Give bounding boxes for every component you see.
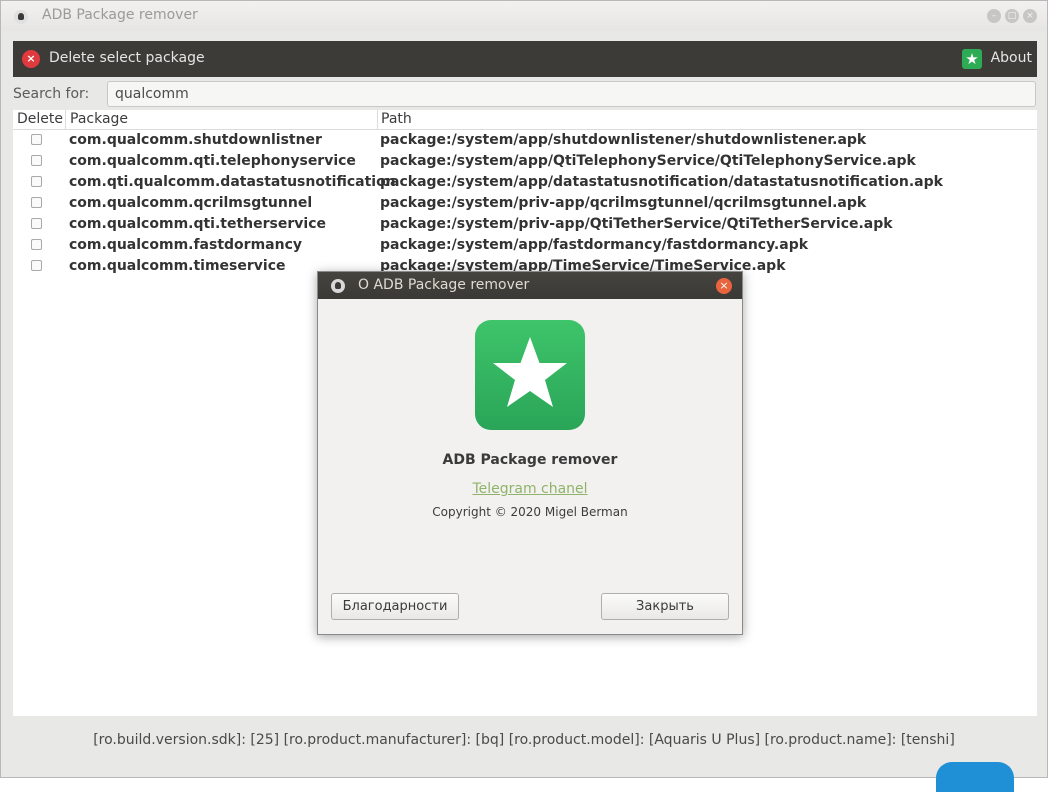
delete-checkbox[interactable] — [31, 239, 42, 250]
device-info-status: [ro.build.version.sdk]: [25] [ro.product… — [93, 732, 955, 748]
package-path: package:/system/priv-app/qcrilmsgtunnel/… — [380, 195, 867, 211]
window-titlebar[interactable]: ADB Package remover – □ × — [1, 1, 1047, 31]
package-name: com.qualcomm.timeservice — [69, 258, 286, 274]
toolbar: × Delete select package ★ About — [13, 41, 1037, 77]
background-widget — [936, 762, 1014, 792]
star-icon[interactable]: ★ — [962, 49, 982, 69]
table-row[interactable]: com.qualcomm.fastdormancy package:/syste… — [13, 235, 1037, 256]
dialog-app-name: ADB Package remover — [442, 452, 618, 468]
package-name: com.qualcomm.qti.tetherservice — [69, 216, 326, 232]
table-row[interactable]: com.qualcomm.qti.tetherservice package:/… — [13, 214, 1037, 235]
table-row[interactable]: com.qti.qualcomm.datastatusnotification … — [13, 172, 1037, 193]
window-title: ADB Package remover — [42, 7, 198, 23]
table-row[interactable]: com.qualcomm.qti.telephonyservice packag… — [13, 151, 1037, 172]
package-name: com.qualcomm.qcrilmsgtunnel — [69, 195, 313, 211]
package-path: package:/system/priv-app/QtiTetherServic… — [380, 216, 893, 232]
search-input[interactable]: qualcomm — [107, 81, 1036, 107]
dialog-title: О ADB Package remover — [358, 277, 530, 293]
package-path: package:/system/app/QtiTelephonyService/… — [380, 153, 916, 169]
app-icon — [331, 279, 345, 293]
search-label: Search for: — [13, 86, 90, 102]
app-logo-star-icon — [475, 320, 585, 430]
close-button[interactable]: Закрыть — [601, 593, 729, 620]
delete-icon[interactable]: × — [22, 50, 40, 68]
telegram-link[interactable]: Telegram chanel — [318, 481, 742, 497]
about-button[interactable]: About — [991, 50, 1032, 66]
column-header-path[interactable]: Path — [381, 111, 412, 127]
package-path: package:/system/app/fastdormancy/fastdor… — [380, 237, 809, 253]
package-name: com.qti.qualcomm.datastatusnotification — [69, 174, 396, 190]
table-row[interactable]: com.qualcomm.qcrilmsgtunnel package:/sys… — [13, 193, 1037, 214]
about-dialog: О ADB Package remover × ADB Package remo… — [317, 271, 743, 635]
delete-checkbox[interactable] — [31, 218, 42, 229]
package-path: package:/system/app/datastatusnotificati… — [380, 174, 943, 190]
package-name: com.qualcomm.qti.telephonyservice — [69, 153, 356, 169]
app-icon — [14, 10, 28, 24]
delete-selected-button[interactable]: Delete select package — [49, 50, 205, 66]
column-header-delete[interactable]: Delete — [17, 111, 63, 127]
column-separator — [65, 110, 66, 129]
column-separator — [377, 110, 378, 129]
maximize-button[interactable]: □ — [1005, 9, 1019, 23]
credits-button[interactable]: Благодарности — [331, 593, 459, 620]
package-name: com.qualcomm.fastdormancy — [69, 237, 303, 253]
dialog-titlebar[interactable]: О ADB Package remover × — [318, 272, 742, 299]
delete-checkbox[interactable] — [31, 176, 42, 187]
dialog-close-button[interactable]: × — [716, 278, 732, 294]
package-name: com.qualcomm.shutdownlistner — [69, 132, 322, 148]
delete-checkbox[interactable] — [31, 155, 42, 166]
minimize-button[interactable]: – — [987, 9, 1001, 23]
delete-checkbox[interactable] — [31, 260, 42, 271]
table-header: Delete Package Path — [13, 110, 1037, 130]
copyright-text: Copyright © 2020 Migel Berman — [432, 505, 628, 519]
delete-checkbox[interactable] — [31, 134, 42, 145]
package-path: package:/system/app/shutdownlistener/shu… — [380, 132, 867, 148]
column-header-package[interactable]: Package — [70, 111, 128, 127]
table-row[interactable]: com.qualcomm.shutdownlistner package:/sy… — [13, 130, 1037, 151]
delete-checkbox[interactable] — [31, 197, 42, 208]
window-close-button[interactable]: × — [1023, 9, 1037, 23]
